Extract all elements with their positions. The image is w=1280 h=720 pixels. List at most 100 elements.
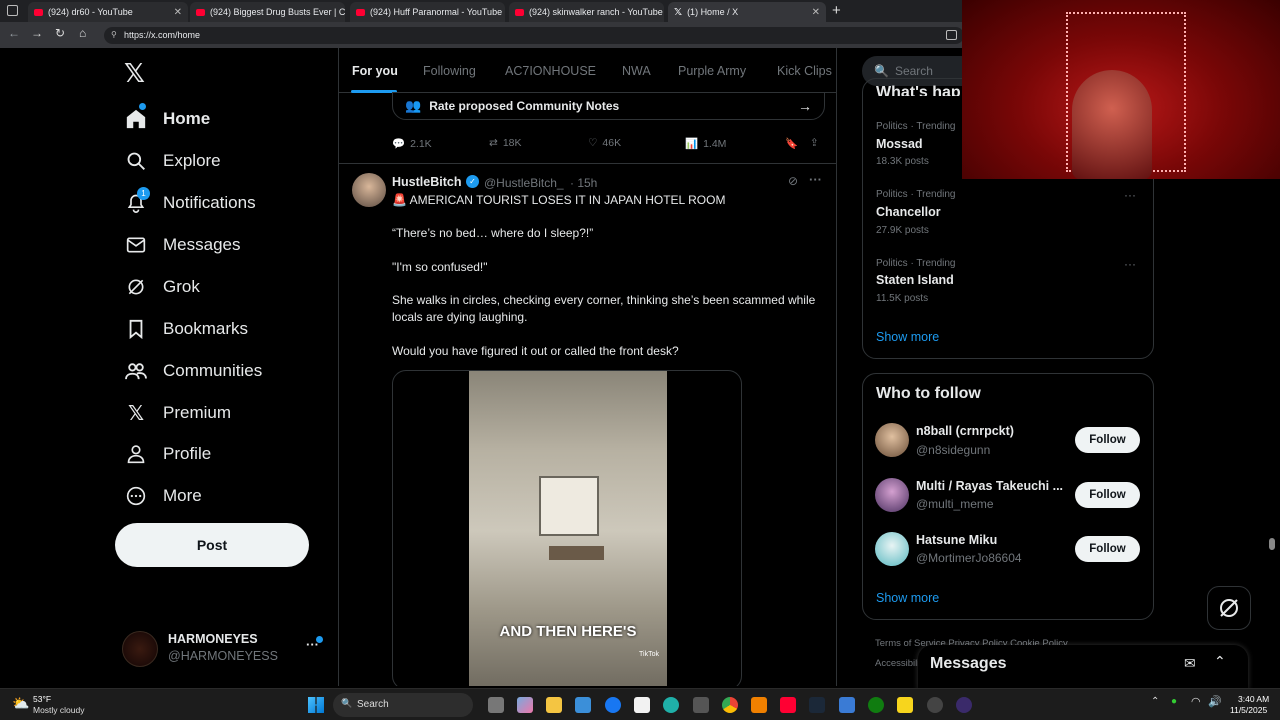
clock-date[interactable]: 11/5/2025: [1230, 705, 1267, 715]
tweet-handle[interactable]: @HustleBitch_: [484, 176, 564, 190]
new-message-icon[interactable]: ✉: [1184, 655, 1196, 672]
browser-menu-icon[interactable]: [7, 5, 18, 16]
start-icon[interactable]: [308, 697, 324, 713]
split-view-icon[interactable]: [946, 30, 957, 40]
video-frame[interactable]: AND THEN HERE'S TikTok: [469, 371, 667, 686]
nav-bookmarks[interactable]: Bookmarks: [125, 318, 248, 340]
x-logo-icon[interactable]: 𝕏: [124, 58, 145, 89]
repost-button[interactable]: ⇄ 18K: [489, 137, 522, 149]
more-dots-icon[interactable]: ···: [1124, 257, 1136, 271]
tab-nwa[interactable]: NWA: [622, 64, 651, 78]
reload-icon[interactable]: ↻: [55, 26, 65, 40]
address-bar[interactable]: https://x.com/home: [104, 27, 964, 44]
taskbar-search[interactable]: Search: [333, 693, 473, 717]
follow-button[interactable]: Follow: [1075, 427, 1140, 453]
tweet-author[interactable]: HustleBitch: [392, 175, 461, 189]
browser-tab-active[interactable]: 𝕏 (1) Home / X ✕: [668, 2, 826, 22]
tab-following[interactable]: Following: [423, 64, 476, 78]
nav-explore[interactable]: Explore: [125, 150, 221, 172]
more-dots-icon[interactable]: ···: [1124, 188, 1136, 202]
browser-tab[interactable]: (924) skinwalker ranch - YouTube✕: [509, 2, 664, 22]
community-notes-banner[interactable]: 👥 Rate proposed Community Notes →: [392, 92, 825, 120]
views-button[interactable]: 📊 1.4M: [685, 137, 726, 151]
steam-icon[interactable]: [809, 697, 825, 713]
nav-more[interactable]: More: [125, 485, 202, 507]
avatar[interactable]: [875, 532, 909, 566]
facebook-icon[interactable]: [605, 697, 621, 713]
tray-chevron-icon[interactable]: ⌃: [1151, 696, 1159, 707]
show-more-link[interactable]: Show more: [876, 330, 939, 344]
avatar[interactable]: [352, 173, 386, 207]
vlc-icon[interactable]: [751, 697, 767, 713]
notification-dot: [316, 636, 323, 643]
expand-icon[interactable]: ⌃: [1214, 653, 1226, 670]
store-icon[interactable]: [575, 697, 591, 713]
copilot-icon[interactable]: [517, 697, 533, 713]
tweet-video[interactable]: AND THEN HERE'S TikTok: [392, 370, 742, 686]
reply-button[interactable]: 💬 2.1K: [392, 137, 432, 151]
grok-floating-button[interactable]: [1207, 586, 1251, 630]
follow-button[interactable]: Follow: [1075, 482, 1140, 508]
follow-name[interactable]: Hatsune Miku: [916, 533, 997, 547]
volume-icon[interactable]: 🔊: [1208, 695, 1222, 708]
show-more-link[interactable]: Show more: [876, 591, 939, 605]
browser-tab[interactable]: (924) Biggest Drug Busts Ever | C✕: [190, 2, 345, 22]
chrome-icon[interactable]: [722, 697, 738, 713]
forward-icon[interactable]: →: [31, 26, 43, 40]
follow-button[interactable]: Follow: [1075, 536, 1140, 562]
grok-icon[interactable]: ⊘: [788, 174, 798, 188]
nav-premium[interactable]: 𝕏 Premium: [125, 402, 231, 425]
xbox-icon[interactable]: [868, 697, 884, 713]
nav-profile[interactable]: Profile: [125, 443, 211, 465]
tweet-text-line: She walks in circles, checking every cor…: [392, 293, 816, 324]
back-icon[interactable]: ←: [8, 26, 20, 40]
avatar[interactable]: [875, 478, 909, 512]
microphone-icon[interactable]: ●: [1171, 696, 1177, 707]
youtube-icon[interactable]: [780, 697, 796, 713]
nav-messages[interactable]: Messages: [125, 234, 240, 256]
new-tab-icon[interactable]: +: [832, 2, 841, 19]
trend-name[interactable]: Chancellor: [876, 205, 941, 219]
nav-grok[interactable]: Grok: [125, 276, 200, 298]
more-dots-icon[interactable]: ···: [809, 172, 822, 187]
scrollbar-thumb[interactable]: [1269, 538, 1275, 550]
weather-icon[interactable]: ⛅: [12, 695, 29, 712]
browser-tab[interactable]: (924) Huff Paranormal - YouTube✕: [350, 2, 505, 22]
wifi-icon[interactable]: ◠: [1191, 695, 1201, 708]
browser-tab[interactable]: (924) dr60 - YouTube ✕: [28, 2, 188, 22]
post-button[interactable]: Post: [115, 523, 309, 567]
tab-ac7ionhouse[interactable]: AC7IONHOUSE: [505, 64, 596, 78]
follow-name[interactable]: Multi / Rayas Takeuchi ...: [916, 479, 1068, 493]
app-icon[interactable]: [839, 697, 855, 713]
home-page-icon[interactable]: ⌂: [79, 26, 86, 40]
account-switcher[interactable]: HARMONEYES @HARMONEYESS ···: [122, 627, 327, 671]
trend-name[interactable]: Mossad: [876, 137, 923, 151]
tab-for-you[interactable]: For you: [352, 64, 398, 78]
avatar[interactable]: [875, 423, 909, 457]
tab-purple-army[interactable]: Purple Army: [678, 64, 746, 78]
app-icon[interactable]: [927, 697, 943, 713]
bookmark-icon[interactable]: 🔖: [785, 137, 798, 150]
notes-icon[interactable]: [897, 697, 913, 713]
obs-icon[interactable]: [956, 697, 972, 713]
trend-name[interactable]: Staten Island: [876, 273, 954, 287]
like-button[interactable]: ♡ 46K: [588, 137, 621, 149]
close-icon[interactable]: ✕: [812, 7, 820, 18]
nav-label: Bookmarks: [163, 319, 249, 338]
edge-icon[interactable]: [663, 697, 679, 713]
messages-drawer[interactable]: Messages ✉ ⌃: [918, 645, 1248, 690]
clock-time[interactable]: 3:40 AM: [1238, 694, 1269, 704]
nav-home[interactable]: Home: [125, 108, 210, 130]
task-view-icon[interactable]: [488, 697, 504, 713]
weather-temp[interactable]: 53°F: [33, 694, 51, 704]
tweet-time[interactable]: · 15h: [570, 176, 597, 190]
file-explorer-icon[interactable]: [546, 697, 562, 713]
share-icon[interactable]: ⇪: [810, 137, 819, 149]
follow-name[interactable]: n8ball (crnrpckt): [916, 424, 1014, 438]
calculator-icon[interactable]: [693, 697, 709, 713]
nav-communities[interactable]: Communities: [125, 360, 262, 382]
amazon-icon[interactable]: [634, 697, 650, 713]
tab-kick-clips[interactable]: Kick Clips: [777, 64, 832, 78]
close-icon[interactable]: ✕: [174, 7, 182, 18]
weather-desc[interactable]: Mostly cloudy: [33, 705, 85, 715]
